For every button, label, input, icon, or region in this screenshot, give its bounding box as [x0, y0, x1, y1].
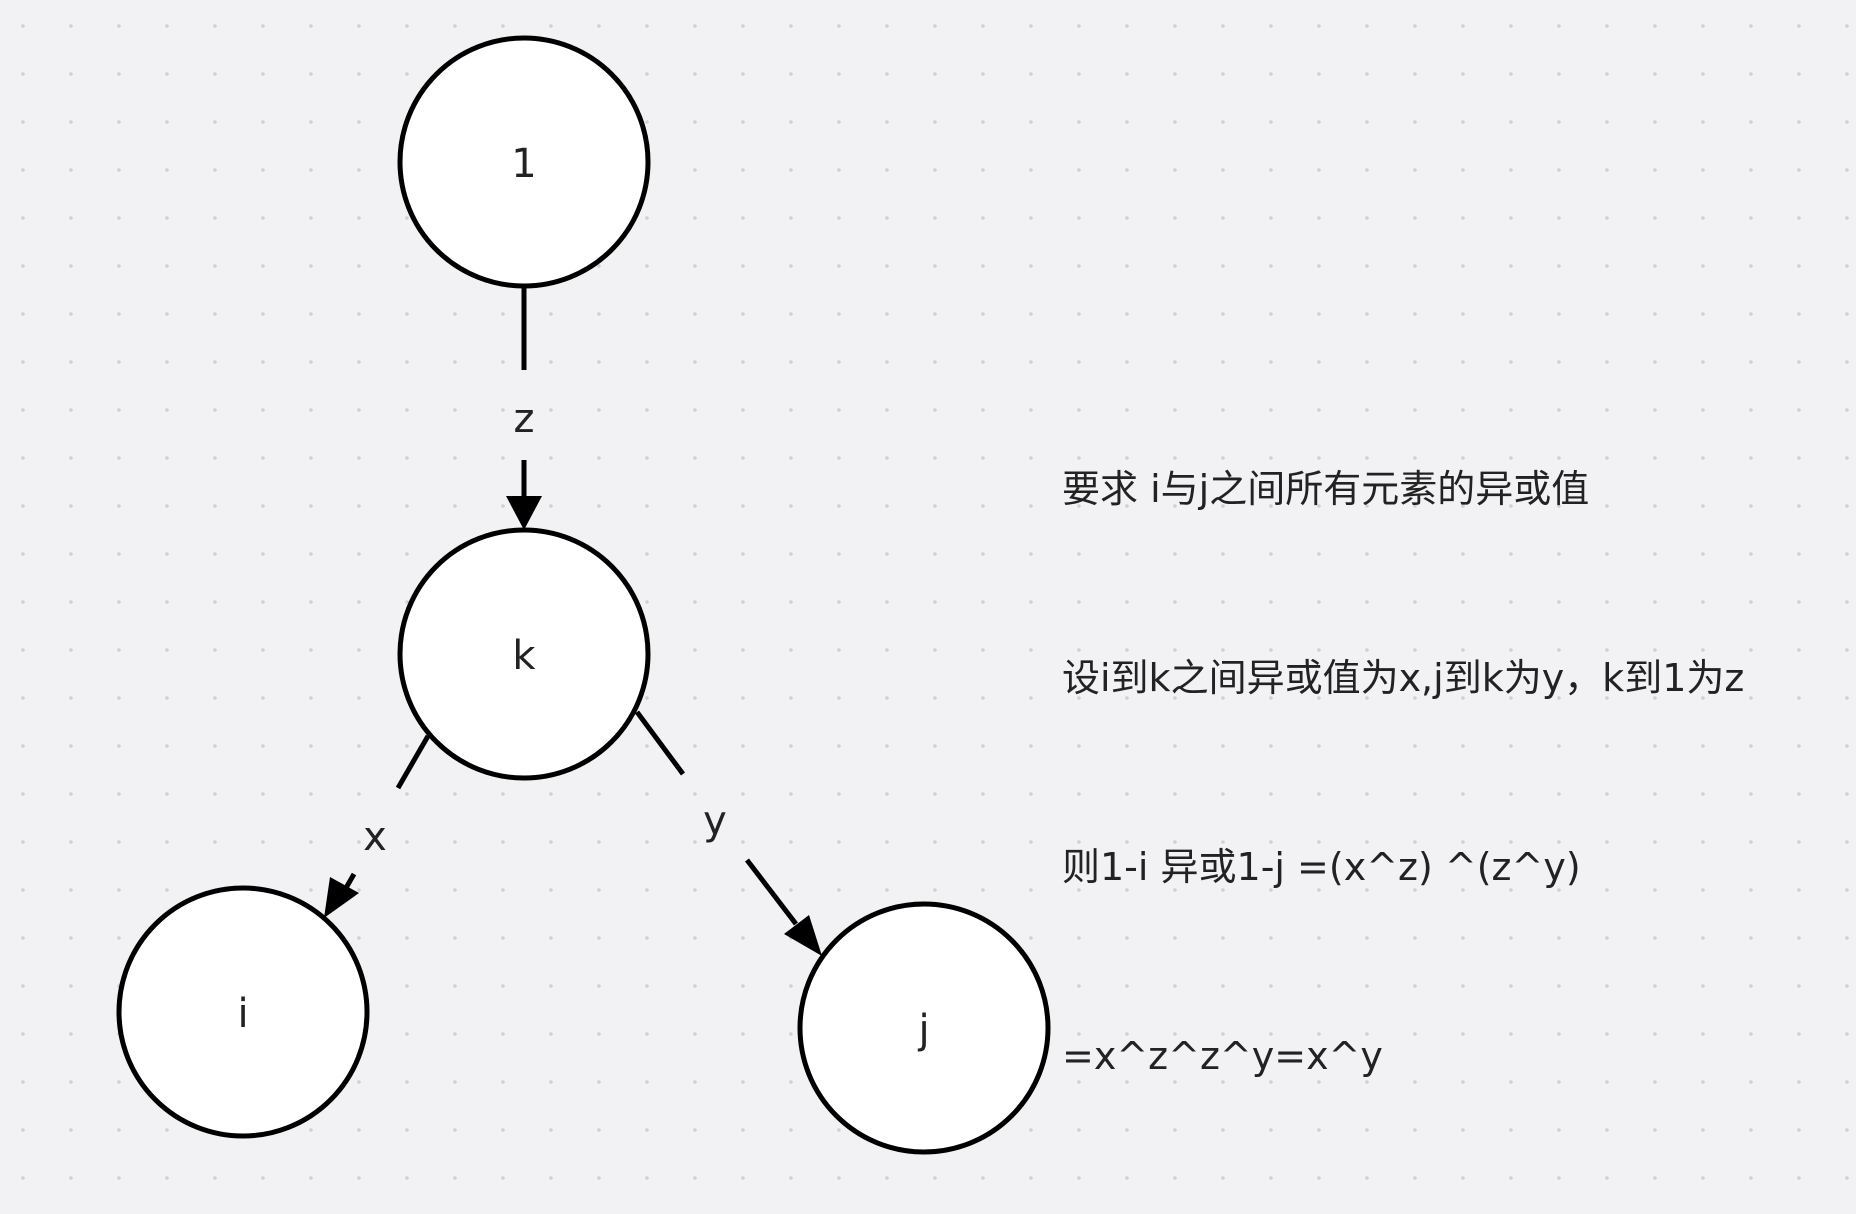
node-i[interactable]: i — [116, 885, 370, 1139]
edge-label-z: z — [514, 396, 535, 442]
note-line: 则1-i 异或1-j =(x^z) ^(z^y) — [1062, 845, 1581, 889]
note-line: 设i到k之间异或值为x,j到k为y，k到1为z — [1062, 656, 1745, 700]
node-root-label: 1 — [511, 141, 536, 187]
node-root[interactable]: 1 — [397, 35, 651, 289]
node-i-label: i — [237, 991, 248, 1037]
edge-label-y: y — [703, 798, 727, 844]
edge-k-to-i[interactable]: x — [324, 734, 431, 918]
edge-k-to-j[interactable]: y — [634, 710, 822, 956]
edge-label-x: x — [363, 814, 387, 860]
node-j-label: j — [917, 1007, 929, 1053]
edge-k-to-j-arrowhead — [784, 915, 822, 956]
edge-k-to-j-line-lower — [745, 858, 798, 926]
edge-root-to-k-arrowhead — [506, 496, 542, 530]
explanation-text-block[interactable]: 要求 i与j之间所有元素的异或值 设i到k之间异或值为x,j到k为y，k到1为z… — [1062, 332, 1744, 1214]
diagram-canvas: z x y 1 k i j 要求 i与j之间所有元素的异或值 设i到k之间异或值… — [0, 0, 1856, 1196]
node-k[interactable]: k — [397, 527, 651, 781]
node-j[interactable]: j — [797, 901, 1051, 1155]
edge-k-to-i-arrowhead — [324, 877, 359, 918]
node-k-label: k — [512, 633, 536, 679]
note-line: =x^z^z^y=x^y — [1062, 1034, 1383, 1078]
note-line: 要求 i与j之间所有元素的异或值 — [1062, 467, 1590, 511]
edge-root-to-k[interactable]: z — [506, 286, 542, 530]
edge-k-to-i-line-upper — [395, 734, 431, 790]
edge-k-to-j-line-upper — [634, 710, 686, 776]
edge-k-to-i-line-lower — [343, 872, 357, 890]
